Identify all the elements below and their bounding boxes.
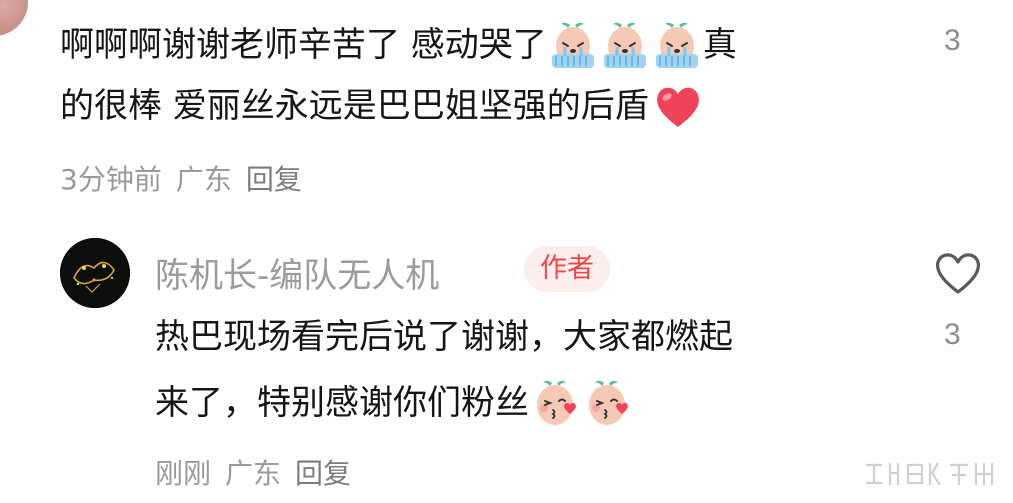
commenter-avatar[interactable] xyxy=(0,0,28,36)
red-heart-icon xyxy=(656,87,699,127)
drone-show-avatar-image xyxy=(60,238,130,308)
comment-like-count: 3 xyxy=(944,24,961,57)
reply-like-count: 3 xyxy=(944,318,961,351)
reply-time: 刚刚 xyxy=(155,457,212,490)
reply-line-1: 热巴现场看完后说了谢谢，大家都燃起 xyxy=(155,316,733,358)
author-name[interactable]: 陈机长-编队无人机 xyxy=(155,248,439,297)
comment-line-1: 啊啊啊谢谢老师辛苦了 感动哭了 真 xyxy=(60,20,737,70)
reply-text-line-1: 热巴现场看完后说了谢谢，大家都燃起 xyxy=(155,317,733,357)
comment-text-part-2: 真 xyxy=(702,25,737,65)
crying-emoji-icon xyxy=(655,22,698,68)
blowing-kiss-emoji-icon xyxy=(589,380,628,425)
comment-location: 广东 xyxy=(175,163,232,196)
reply-line-2: 来了，特别感谢你们粉丝 xyxy=(155,378,633,428)
comment-meta: 3分钟前 广东 回复 xyxy=(60,158,302,198)
comment-line-2: 的很棒 爱丽丝永远是巴巴姐坚强的后盾 xyxy=(60,83,703,129)
reply-button[interactable]: 回复 xyxy=(246,158,302,198)
crying-emoji-icon xyxy=(551,22,594,68)
reply-location: 广东 xyxy=(225,457,282,490)
weibo-watermark xyxy=(866,462,994,486)
reply-button[interactable]: 回复 xyxy=(295,452,351,492)
heart-outline-icon[interactable] xyxy=(932,250,984,296)
author-avatar[interactable] xyxy=(60,238,130,308)
blowing-kiss-emoji-icon xyxy=(537,380,576,425)
crying-emoji-icon xyxy=(603,22,646,68)
comment-text-part-1: 啊啊啊谢谢老师辛苦了 感动哭了 xyxy=(60,25,547,65)
author-badge: 作者 xyxy=(524,246,610,292)
comment-text-line-2: 的很棒 爱丽丝永远是巴巴姐坚强的后盾 xyxy=(60,86,649,126)
reply-meta: 刚刚 广东 回复 xyxy=(155,452,351,492)
reply-text-line-2: 来了，特别感谢你们粉丝 xyxy=(155,383,529,423)
comment-time: 3分钟前 xyxy=(60,163,162,196)
